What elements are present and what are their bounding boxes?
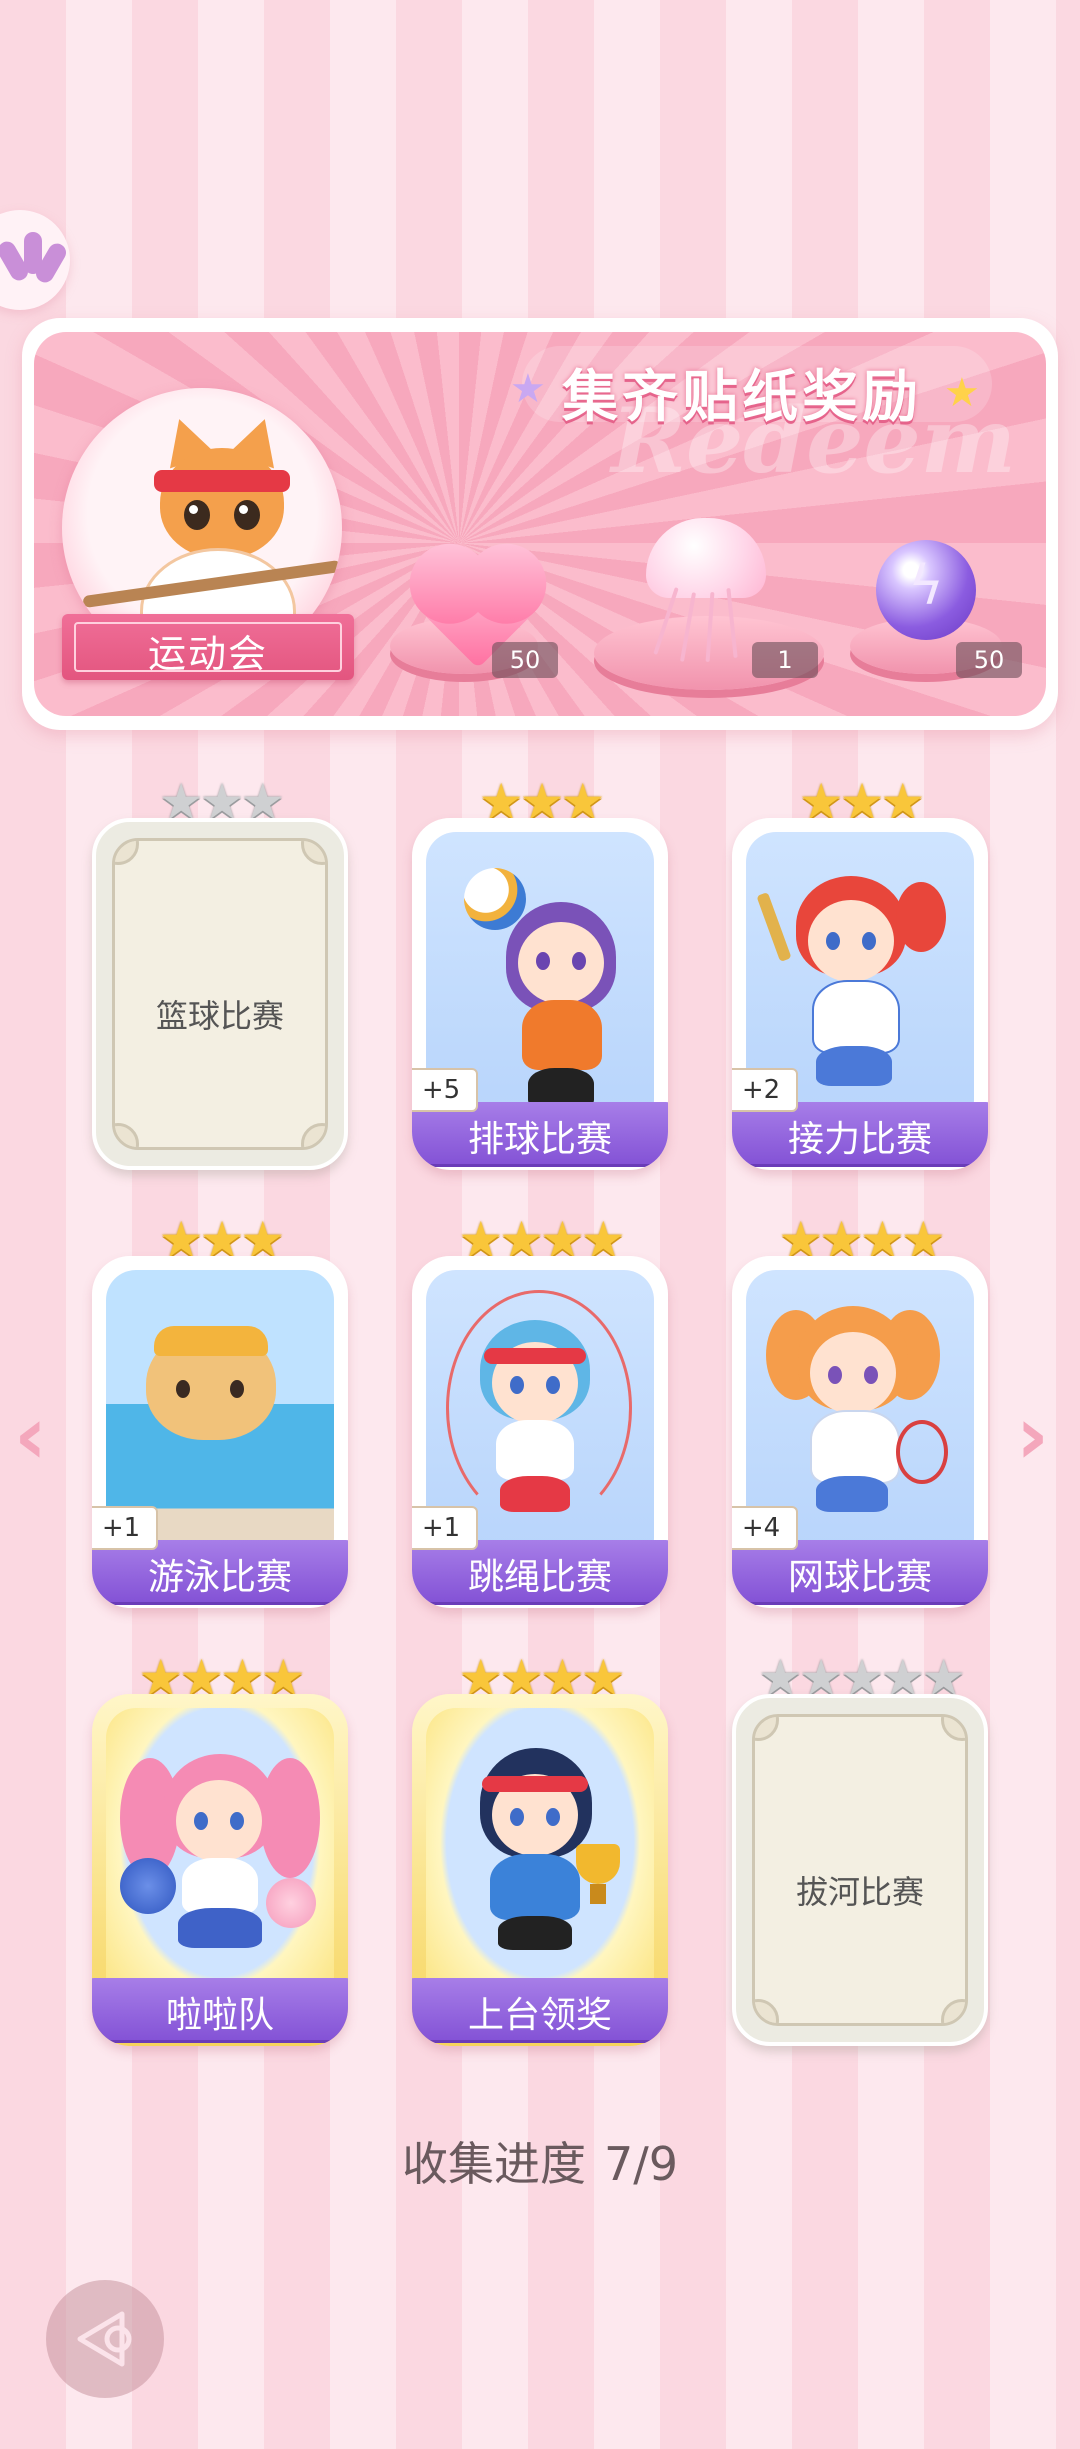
card-name: 篮球比赛 xyxy=(155,997,284,1035)
duplicate-count-badge: +1 xyxy=(92,1506,158,1550)
back-arrow-icon xyxy=(77,2311,132,2367)
sticker-card[interactable]: ★★★ 接力比赛 +2 xyxy=(732,773,988,1170)
card-name: 啦啦队 xyxy=(165,1995,274,2036)
jellyfish-plush-icon xyxy=(646,518,766,598)
baton-icon xyxy=(756,892,792,962)
sticker-card[interactable]: ★★★ 游泳比赛 +1 xyxy=(92,1211,348,1608)
collection-progress: 收集进度 7/9 xyxy=(0,2128,1080,2194)
duplicate-count-badge: +1 xyxy=(412,1506,478,1550)
card-name: 接力比赛 xyxy=(787,1119,932,1160)
card-name-bar: 啦啦队 xyxy=(92,1978,348,2040)
card-name-bar: 上台领奖 xyxy=(412,1978,668,2040)
sticker-card[interactable] xyxy=(92,0,348,352)
event-name-ribbon: 运动会 xyxy=(62,614,354,680)
sticker-card[interactable]: ★★★ 排球比赛 +5 xyxy=(412,773,668,1170)
volleyball-icon xyxy=(464,868,526,930)
progress-value: 7/9 xyxy=(603,2137,679,2191)
card-name: 排球比赛 xyxy=(467,1119,612,1160)
duplicate-count-badge: +5 xyxy=(412,1068,478,1112)
sticker-card[interactable]: ★★★★ 跳绳比赛 +1 xyxy=(412,1211,668,1608)
sticker-card[interactable]: ★★★★ 网球比赛 +4 xyxy=(732,1211,988,1608)
sticker-card[interactable]: ★★★★ 啦啦队 xyxy=(92,1649,348,2046)
progress-label: 收集进度 xyxy=(401,2137,586,2191)
cheerleader-girl-illustration xyxy=(106,1708,334,2006)
card-name: 游泳比赛 xyxy=(147,1557,292,1598)
duplicate-count-badge: +4 xyxy=(732,1506,798,1550)
tennis-racket-icon xyxy=(896,1420,948,1484)
reward-count: 1 xyxy=(752,642,818,678)
sticker-card-locked[interactable]: ★★★ 篮球比赛 xyxy=(92,773,348,1170)
back-button[interactable] xyxy=(46,2280,164,2398)
pompom-icon xyxy=(266,1878,316,1928)
award-girl-illustration xyxy=(426,1708,654,2006)
event-name: 运动会 xyxy=(147,632,268,676)
reward-count: 50 xyxy=(956,642,1022,678)
chevron-right-icon[interactable]: › xyxy=(1016,1396,1049,1476)
star-decoration-icon: ★ xyxy=(944,370,980,416)
card-name: 上台领奖 xyxy=(467,1995,612,2036)
pompom-icon xyxy=(120,1858,176,1914)
reward-jellyfish-plush[interactable]: 1 xyxy=(572,496,832,706)
reward-heart-gem[interactable]: 50 xyxy=(384,528,558,688)
energy-orb-icon: ϟ xyxy=(876,540,976,640)
card-name: 拔河比赛 xyxy=(795,1873,924,1911)
banner-title: 集齐贴纸奖励 xyxy=(562,365,922,430)
sticker-card[interactable]: ★★★★ 上台领奖 xyxy=(412,1649,668,2046)
card-name: 跳绳比赛 xyxy=(467,1557,612,1598)
chevron-left-icon[interactable]: ‹ xyxy=(14,1396,47,1476)
reward-count: 50 xyxy=(492,642,558,678)
menu-corner-button[interactable] xyxy=(0,210,70,310)
sticker-card-locked[interactable]: ★★★★★ 拔河比赛 xyxy=(732,1649,988,2046)
reward-energy-orb[interactable]: ϟ 50 xyxy=(844,528,1022,688)
star-decoration-icon: ★ xyxy=(510,366,546,412)
trophy-icon xyxy=(576,1844,620,1884)
card-name: 网球比赛 xyxy=(787,1557,932,1598)
duplicate-count-badge: +2 xyxy=(732,1068,798,1112)
